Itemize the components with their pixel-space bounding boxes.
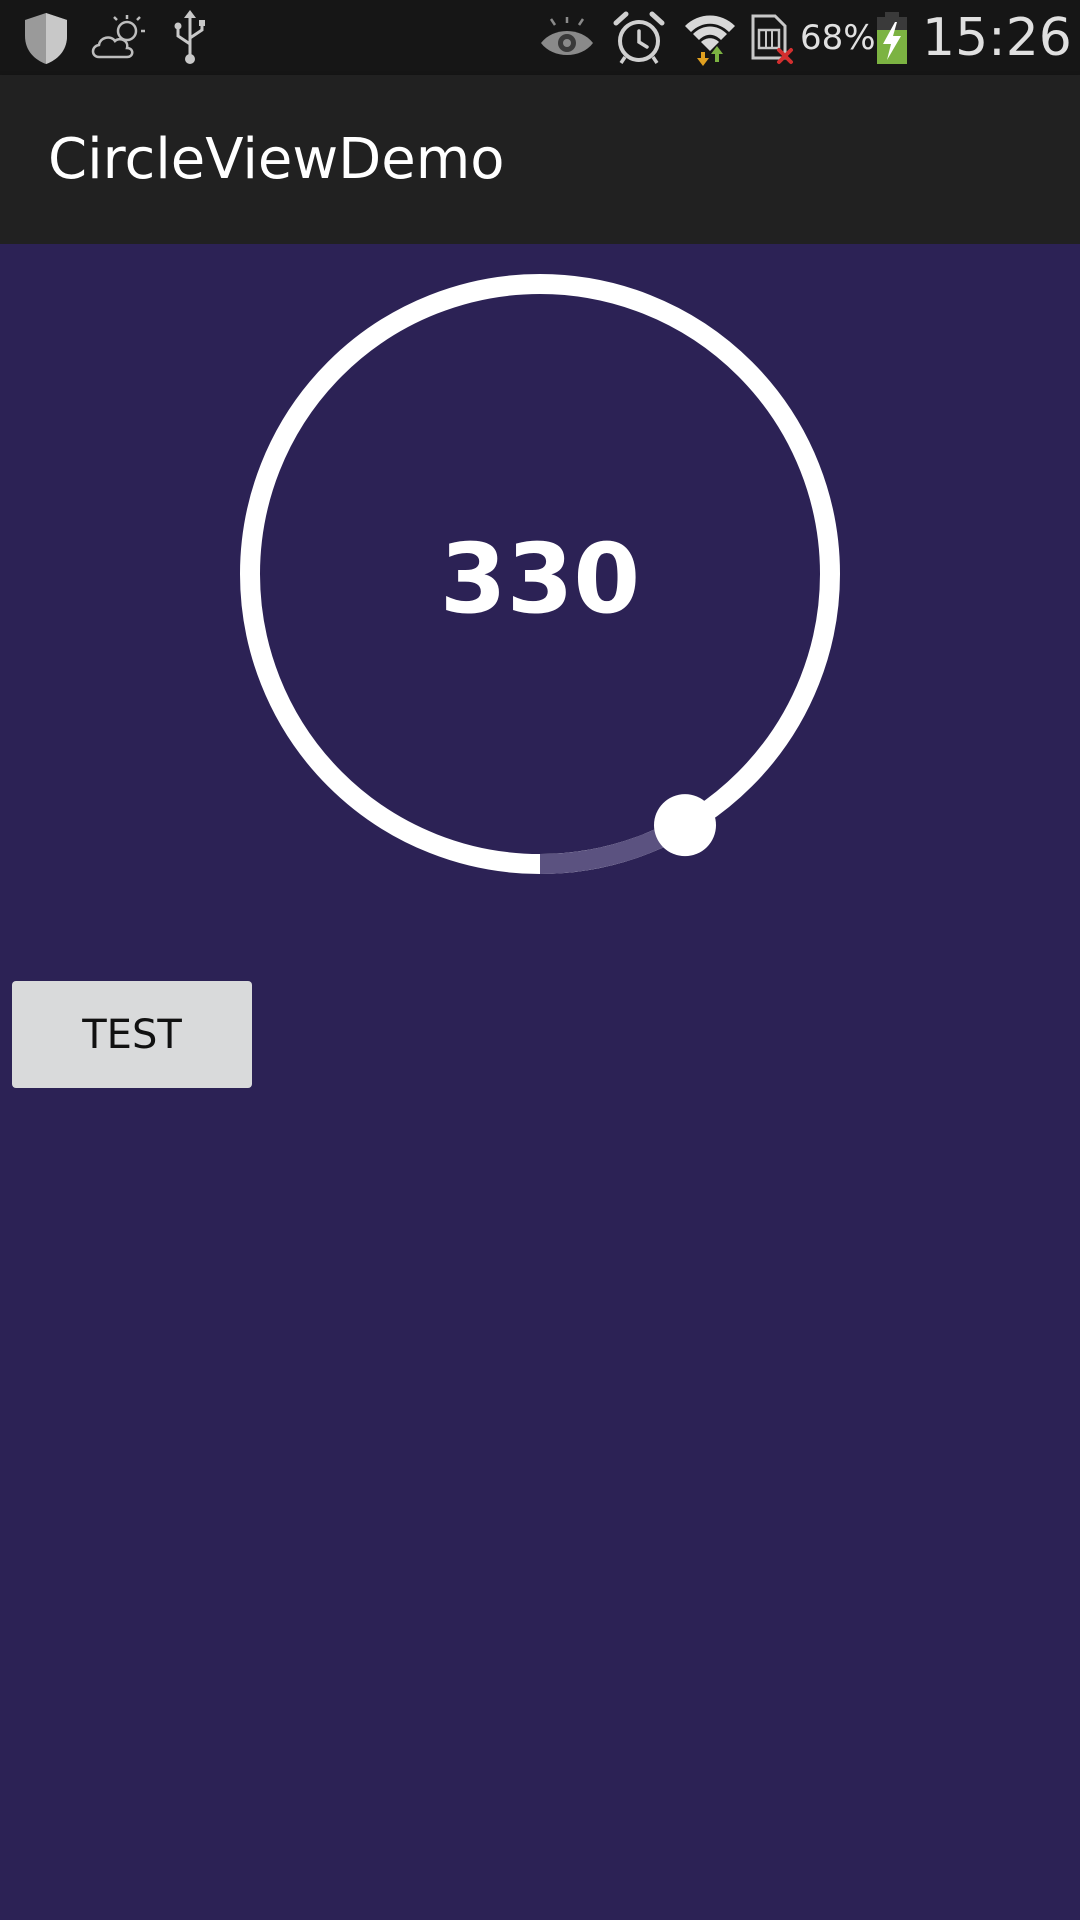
eye-icon	[538, 0, 596, 75]
clock: 15:26	[922, 7, 1072, 68]
action-bar: CircleViewDemo	[0, 75, 1080, 244]
battery-charging-icon	[872, 0, 912, 75]
status-bar: 68% 15:26	[0, 0, 1080, 75]
weather-partly-cloudy-icon	[88, 0, 150, 75]
circle-view[interactable]: 330	[0, 244, 1080, 884]
main-content: 330 TEST	[0, 244, 1080, 1920]
slider-thumb[interactable]	[654, 794, 716, 857]
circle-value-label: 330	[439, 523, 641, 635]
wifi-icon	[680, 0, 740, 75]
alarm-icon	[612, 0, 666, 75]
shield-icon	[18, 0, 74, 75]
battery-percent: 68%	[800, 17, 876, 58]
test-button[interactable]: TEST	[12, 981, 252, 1088]
app-title: CircleViewDemo	[48, 127, 505, 192]
sim-error-icon	[748, 0, 796, 75]
usb-icon	[168, 0, 212, 75]
